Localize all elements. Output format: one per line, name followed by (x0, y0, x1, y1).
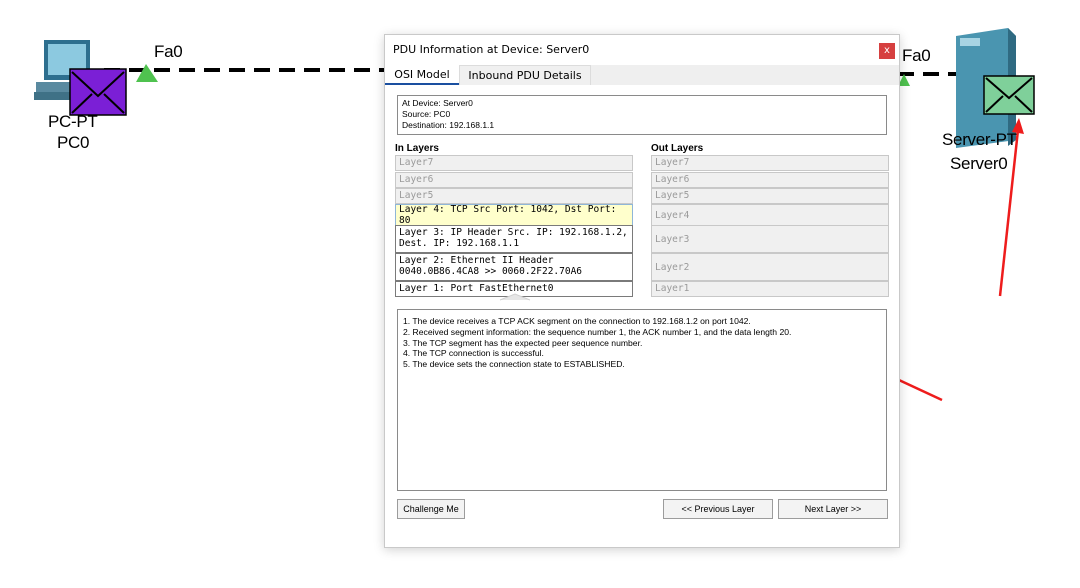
in-layer-4[interactable]: Layer 4: TCP Src Port: 1042, Dst Port: 8… (395, 204, 633, 226)
collapse-chevron-icon[interactable] (499, 293, 531, 301)
description-line: 2. Received segment information: the seq… (403, 326, 792, 337)
in-layer-3-line2: Dest. IP: 192.168.1.1 (399, 238, 520, 249)
pc-name-label: PC0 (57, 133, 90, 152)
description-line: 1. The device receives a TCP ACK segment… (403, 316, 751, 326)
out-layer-6[interactable]: Layer6 (651, 172, 889, 188)
previous-layer-button[interactable]: << Previous Layer (663, 499, 773, 519)
in-layer-7[interactable]: Layer7 (395, 155, 633, 171)
next-layer-button[interactable]: Next Layer >> (778, 499, 888, 519)
in-layer-3[interactable]: Layer 3: IP Header Src. IP: 192.168.1.2,… (395, 225, 633, 253)
server-interface-label: Fa0 (902, 46, 931, 65)
in-layer-3-line1: Layer 3: IP Header Src. IP: 192.168.1.2, (399, 227, 628, 238)
link-up-indicator-pc (136, 64, 158, 82)
server-model-label: Server-PT (942, 130, 1017, 149)
tab-inbound-pdu-details[interactable]: Inbound PDU Details (459, 65, 591, 85)
out-layer-2[interactable]: Layer2 (651, 253, 889, 281)
source-text: Source: PC0 (402, 109, 451, 119)
device-info-box: At Device: Server0 Source: PC0 Destinati… (397, 95, 887, 135)
out-layer-1[interactable]: Layer1 (651, 281, 889, 297)
description-line: 4. The TCP connection is successful. (403, 348, 544, 359)
out-layer-4-label: Layer4 (655, 209, 690, 221)
in-layer-2[interactable]: Layer 2: Ethernet II Header 0040.0B86.4C… (395, 253, 633, 281)
description-line: 3. The TCP segment has the expected peer… (403, 337, 643, 348)
in-layer-2-line1: Layer 2: Ethernet II Header (399, 255, 554, 266)
out-layer-3[interactable]: Layer3 (651, 225, 889, 253)
in-layer-2-line2: 0040.0B86.4CA8 >> 0060.2F22.70A6 (399, 266, 583, 277)
out-layer-3-label: Layer3 (655, 233, 690, 245)
out-layers-header: Out Layers (651, 143, 704, 154)
out-layer-7[interactable]: Layer7 (651, 155, 889, 171)
tab-bar-filler (591, 65, 899, 85)
active-tab-indicator (385, 83, 459, 85)
description-line: 5. The device sets the connection state … (403, 359, 625, 370)
tab-bar: OSI Model Inbound PDU Details (385, 65, 899, 85)
pc-interface-label: Fa0 (154, 42, 183, 61)
dialog-title: PDU Information at Device: Server0 (393, 43, 590, 56)
pdu-envelope-pc-icon (69, 68, 127, 116)
pdu-envelope-server-icon (983, 75, 1035, 115)
pdu-information-dialog: PDU Information at Device: Server0 x OSI… (384, 34, 900, 548)
in-layer-5[interactable]: Layer5 (395, 188, 633, 204)
in-layer-6[interactable]: Layer6 (395, 172, 633, 188)
server-name-label: Server0 (950, 154, 1008, 173)
in-layer-4-label: Layer 4: TCP Src Port: 1042, Dst Port: 8… (399, 204, 617, 226)
close-button[interactable]: x (879, 43, 895, 59)
at-device-text: At Device: Server0 (402, 98, 473, 108)
in-layers-header: In Layers (395, 143, 439, 154)
destination-text: Destination: 192.168.1.1 (402, 120, 495, 130)
layer-description-box: 1. The device receives a TCP ACK segment… (397, 309, 887, 491)
tab-osi-model[interactable]: OSI Model (385, 65, 459, 85)
out-layer-5[interactable]: Layer5 (651, 188, 889, 204)
out-layer-2-label: Layer2 (655, 261, 690, 273)
challenge-me-button[interactable]: Challenge Me (397, 499, 465, 519)
out-layer-4[interactable]: Layer4 (651, 204, 889, 226)
pc-model-label: PC-PT (48, 112, 98, 131)
